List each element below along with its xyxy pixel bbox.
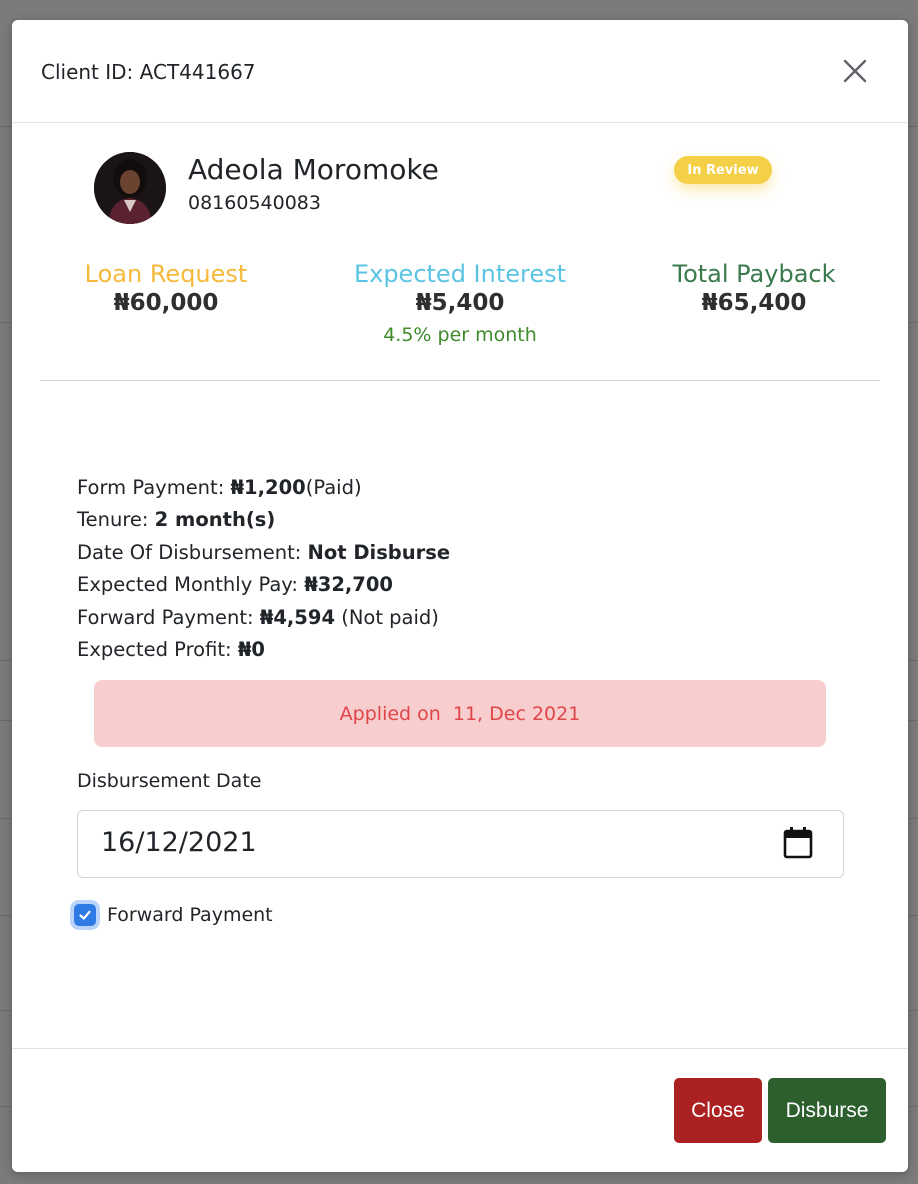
client-name: Adeola Moromoke xyxy=(188,153,439,186)
monthly-pay-label: Expected Monthly Pay: xyxy=(77,573,305,597)
loan-request-label: Loan Request xyxy=(84,260,248,288)
forward-payment-checkbox[interactable] xyxy=(74,904,96,926)
loan-details: Form Payment: ₦1,200(Paid) Tenure: 2 mon… xyxy=(77,472,450,666)
total-payback-label: Total Payback xyxy=(672,260,836,288)
disburse-button[interactable]: Disburse xyxy=(768,1078,886,1143)
calendar-icon[interactable] xyxy=(782,826,814,860)
disbursement-date-value: Not Disburse xyxy=(307,540,451,564)
form-payment-row: Form Payment: ₦1,200(Paid) xyxy=(77,472,450,504)
expected-interest-label: Expected Interest xyxy=(353,260,567,288)
form-payment-label: Form Payment: xyxy=(77,476,231,499)
forward-payment-value: ₦4,594 xyxy=(259,605,336,629)
expected-profit-label: Expected Profit: xyxy=(77,638,238,662)
forward-payment-label: Forward Payment: xyxy=(77,605,260,629)
forward-payment-row: Forward Payment: ₦4,594 (Not paid) xyxy=(77,602,450,634)
checkmark-icon xyxy=(79,910,91,920)
expected-profit-value: ₦0 xyxy=(237,638,265,662)
avatar-image xyxy=(94,152,166,224)
forward-payment-status: (Not paid) xyxy=(335,605,439,629)
modal-header: Client ID: ACT441667 xyxy=(12,20,908,123)
total-payback-stat: Total Payback ₦65,400 xyxy=(634,260,874,316)
loan-request-value: ₦60,000 xyxy=(113,290,219,316)
form-payment-status: (Paid) xyxy=(305,476,362,499)
disbursement-date-row: Date Of Disbursement: Not Disburse xyxy=(77,537,450,569)
modal-footer-divider xyxy=(12,1048,908,1049)
client-id: Client ID: ACT441667 xyxy=(41,60,256,84)
interest-rate-note: 4.5% per month xyxy=(383,324,537,346)
form-payment-value: ₦1,200 xyxy=(230,476,306,499)
monthly-pay-row: Expected Monthly Pay: ₦32,700 xyxy=(77,569,450,601)
section-divider xyxy=(40,380,880,381)
disbursement-date-label: Date Of Disbursement: xyxy=(77,540,308,564)
loan-details-modal: Client ID: ACT441667 Adeola Moromoke 081… xyxy=(12,20,908,1172)
disbursement-date-field-label: Disbursement Date xyxy=(77,770,262,792)
expected-interest-value: ₦5,400 xyxy=(415,290,505,316)
tenure-row: Tenure: 2 month(s) xyxy=(77,504,450,536)
applied-on-alert: Applied on 11, Dec 2021 xyxy=(94,680,826,747)
monthly-pay-value: ₦32,700 xyxy=(304,573,394,597)
tenure-value: 2 month(s) xyxy=(154,508,276,532)
forward-payment-checkbox-label[interactable]: Forward Payment xyxy=(107,904,273,926)
avatar xyxy=(94,152,166,224)
loan-request-stat: Loan Request ₦60,000 xyxy=(46,260,286,316)
total-payback-value: ₦65,400 xyxy=(701,290,807,316)
tenure-label: Tenure: xyxy=(77,508,155,532)
status-badge: In Review xyxy=(674,156,772,184)
disbursement-date-input-value: 16/12/2021 xyxy=(101,827,257,858)
expected-profit-row: Expected Profit: ₦0 xyxy=(77,634,450,666)
client-phone: 08160540083 xyxy=(188,192,321,214)
disbursement-date-input[interactable]: 16/12/2021 xyxy=(77,810,844,878)
close-icon[interactable] xyxy=(840,56,870,86)
close-button[interactable]: Close xyxy=(674,1078,762,1143)
expected-interest-stat: Expected Interest ₦5,400 4.5% per month xyxy=(330,260,590,346)
